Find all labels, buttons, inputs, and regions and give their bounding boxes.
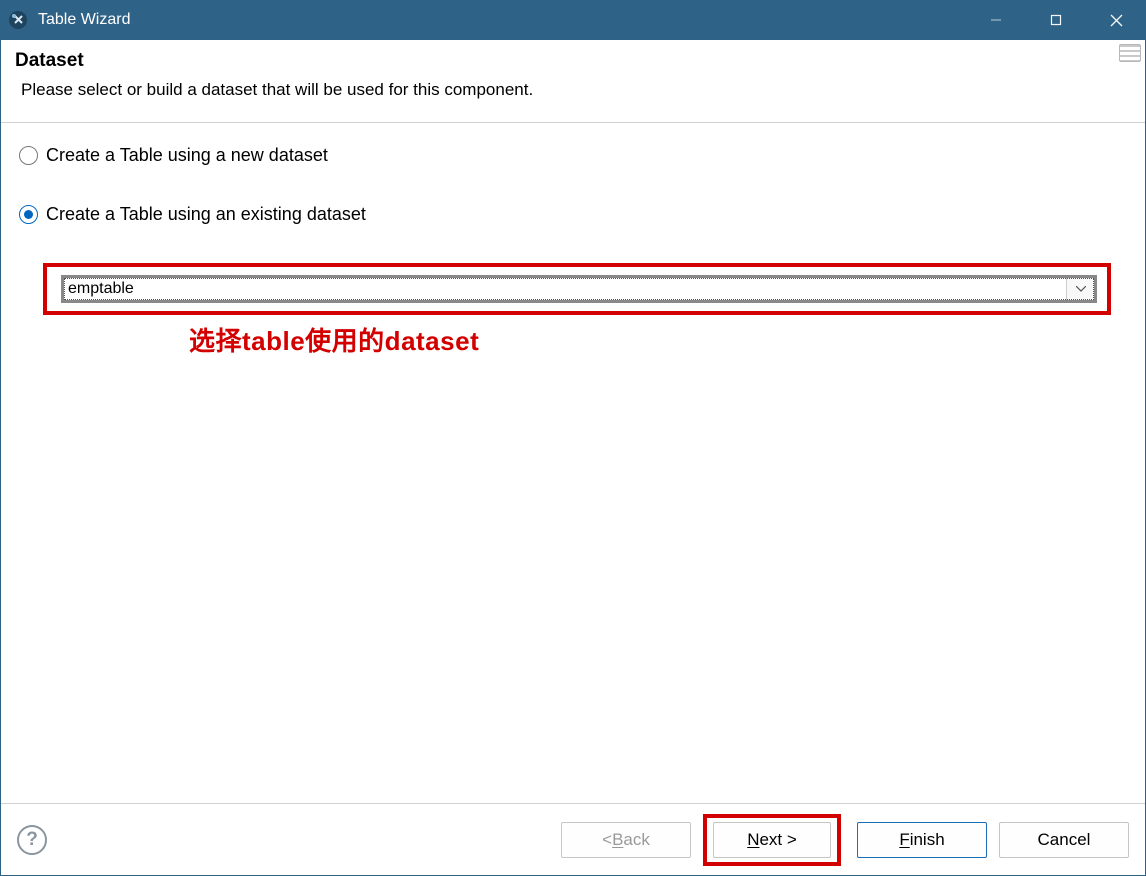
- titlebar[interactable]: Table Wizard: [0, 0, 1146, 40]
- window-controls: [966, 0, 1146, 40]
- cancel-button[interactable]: Cancel: [999, 822, 1129, 858]
- close-button[interactable]: [1086, 0, 1146, 40]
- help-icon[interactable]: ?: [17, 825, 47, 855]
- annotation-highlight: emptable: [43, 263, 1111, 315]
- annotation-text: 选择table使用的dataset: [189, 321, 1129, 358]
- finish-button[interactable]: Finish: [857, 822, 987, 858]
- app-icon: [8, 10, 28, 30]
- maximize-button[interactable]: [1026, 0, 1086, 40]
- page-title: Dataset: [15, 50, 1131, 72]
- radio-icon: [19, 205, 38, 224]
- header-decoration-icon: [1119, 44, 1141, 62]
- back-button: < Back: [561, 822, 691, 858]
- minimize-button[interactable]: [966, 0, 1026, 40]
- page-subtitle: Please select or build a dataset that wi…: [21, 80, 1131, 100]
- dataset-dropdown[interactable]: emptable: [61, 275, 1097, 303]
- annotation-highlight-next: Next >: [703, 814, 841, 866]
- option-existing-dataset[interactable]: Create a Table using an existing dataset: [19, 204, 1129, 225]
- wizard-header: Dataset Please select or build a dataset…: [1, 40, 1145, 123]
- radio-icon: [19, 146, 38, 165]
- radio-label: Create a Table using an existing dataset: [46, 204, 366, 225]
- dropdown-value: emptable: [64, 278, 1066, 300]
- wizard-footer: ? < Back Next > Finish Cancel: [1, 803, 1145, 875]
- next-button[interactable]: Next >: [713, 822, 831, 858]
- window-title: Table Wizard: [38, 11, 966, 29]
- chevron-down-icon: [1066, 278, 1094, 300]
- radio-label: Create a Table using a new dataset: [46, 145, 328, 166]
- option-new-dataset[interactable]: Create a Table using a new dataset: [19, 145, 1129, 166]
- content-area: Create a Table using a new dataset Creat…: [1, 123, 1145, 803]
